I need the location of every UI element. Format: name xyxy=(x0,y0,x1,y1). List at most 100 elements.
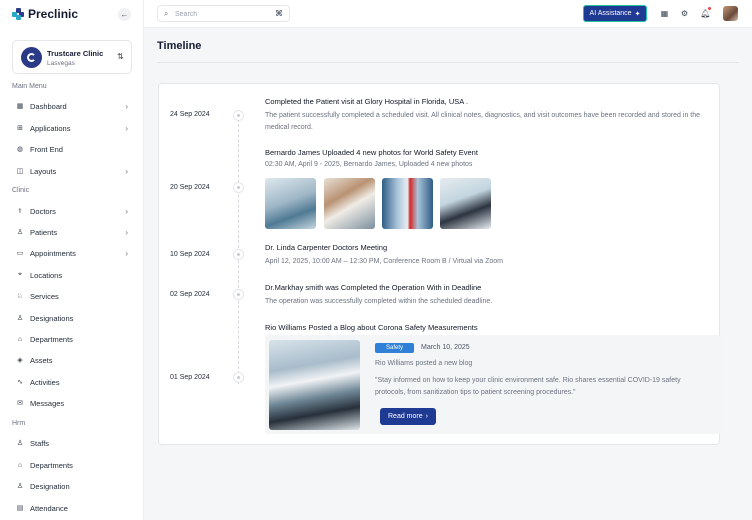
sidebar-item-dashboard[interactable]: ▦ Dashboard › xyxy=(16,98,128,114)
switch-arrows-icon: ⇅ xyxy=(117,52,124,61)
event-photo-hospital-corridor[interactable] xyxy=(382,178,433,229)
event-photo-surgery-team[interactable] xyxy=(440,178,491,229)
timeline-event-text: 02:30 AM, April 9 - 2025, Bernardo James… xyxy=(265,161,473,168)
timeline-event-title: Bernardo James Uploaded 4 new photos for… xyxy=(265,148,478,157)
bell-icon: 🔔︎ xyxy=(700,9,711,18)
timeline-event-text: The patient successfully completed a sch… xyxy=(265,112,701,131)
sidebar-item-label: Applications xyxy=(30,123,71,133)
calendar-icon: ▦ xyxy=(660,9,669,18)
sidebar-item-label: Departments xyxy=(30,334,73,344)
sidebar-item-label: Staffs xyxy=(30,438,50,448)
read-more-button[interactable]: Read more › xyxy=(380,408,436,425)
blog-quote: "Stay informed on how to keep your clini… xyxy=(375,377,681,396)
doctor-icon: ⚕ xyxy=(18,208,22,215)
timeline-event-title: Dr.Markhay smith was Completed the Opera… xyxy=(265,283,482,292)
chevron-right-icon: › xyxy=(125,166,128,176)
sidebar-item-patients[interactable]: ♙ Patients › xyxy=(16,224,128,240)
category-tag: Safety xyxy=(375,343,414,353)
layouts-icon: ◫ xyxy=(16,168,24,175)
read-more-label: Read more xyxy=(388,413,423,420)
sidebar-item-label: Departments xyxy=(30,460,73,470)
chevron-right-icon: › xyxy=(125,248,128,258)
user-avatar[interactable] xyxy=(723,6,738,21)
sidebar-item-label: Designations xyxy=(30,313,74,323)
designation-icon: ♙ xyxy=(16,315,24,322)
sidebar-item-appointments[interactable]: ▭ Appointments › xyxy=(16,245,128,261)
sidebar-item-designation[interactable]: ♙ Designation xyxy=(16,478,128,494)
sidebar-item-label: Locations xyxy=(30,270,63,280)
collapse-sidebar-button[interactable]: ← xyxy=(118,8,131,21)
section-label-hrm: Hrm xyxy=(12,420,26,427)
sidebar-item-applications[interactable]: ⊞ Applications › xyxy=(16,120,128,136)
sidebar-item-staffs[interactable]: ♙ Staffs xyxy=(16,435,128,451)
sidebar-item-label: Assets xyxy=(30,355,53,365)
timeline-event-title: Rio Williams Posted a Blog about Corona … xyxy=(265,323,478,332)
sidebar-item-activities[interactable]: ∿ Activities xyxy=(16,374,128,390)
sidebar-item-locations[interactable]: ⌖ Locations xyxy=(16,267,128,283)
designation-icon: ♙ xyxy=(16,483,24,490)
dashboard-icon: ▦ xyxy=(16,103,24,110)
assets-icon: ◈ xyxy=(17,357,23,364)
search-input[interactable] xyxy=(175,8,265,20)
notifications-button[interactable]: 🔔︎ xyxy=(699,7,712,20)
divider xyxy=(157,62,739,63)
event-photo-doctors[interactable] xyxy=(324,178,375,229)
sidebar-item-label: Dashboard xyxy=(30,101,67,111)
brand-name: Preclinic xyxy=(28,7,79,21)
activity-icon: ∿ xyxy=(17,379,23,386)
blog-author-line: Rio Williams posted a new blog xyxy=(375,360,473,367)
timeline-date: 20 Sep 2024 xyxy=(170,184,210,191)
sidebar-item-layouts[interactable]: ◫ Layouts › xyxy=(16,163,128,179)
event-photo-hospital-room[interactable] xyxy=(265,178,316,229)
sidebar-item-label: Front End xyxy=(30,144,63,154)
search-box[interactable]: ⌕ ⌘ xyxy=(157,5,290,22)
search-icon: ⌕ xyxy=(164,9,169,18)
timeline-event-title: Dr. Linda Carpenter Doctors Meeting xyxy=(265,243,388,252)
section-label-clinic: Clinic xyxy=(12,187,30,194)
chevron-right-icon: › xyxy=(125,206,128,216)
brand-logo[interactable]: Preclinic xyxy=(12,7,78,21)
gear-icon: ⚙ xyxy=(680,9,689,18)
sidebar-item-label: Designation xyxy=(30,481,70,491)
sidebar-item-services[interactable]: ♘ Services xyxy=(16,288,128,304)
applications-icon: ⊞ xyxy=(17,125,23,132)
calendar-button[interactable]: ▦ xyxy=(658,7,671,20)
settings-button[interactable]: ⚙ xyxy=(678,7,691,20)
sidebar-item-label: Activities xyxy=(30,377,60,387)
timeline-date: 10 Sep 2024 xyxy=(170,251,210,258)
sidebar-item-attendance[interactable]: ▤ Attendance xyxy=(16,500,128,516)
clinic-switcher[interactable]: Trustcare Clinic Lasvegas ⇅ xyxy=(12,40,132,74)
clinic-name: Trustcare Clinic xyxy=(47,49,104,58)
sidebar-item-doctors[interactable]: ⚕ Doctors › xyxy=(16,203,128,219)
blog-preview: Safety March 10, 2025 Rio Williams poste… xyxy=(265,335,721,434)
ai-assistance-label: AI Assistance xyxy=(589,10,632,17)
timeline-date: 01 Sep 2024 xyxy=(170,374,210,381)
sidebar-item-label: Doctors xyxy=(30,206,56,216)
clinic-location: Lasvegas xyxy=(47,60,75,67)
section-label-main-menu: Main Menu xyxy=(12,83,47,90)
calendar-icon: ▭ xyxy=(16,250,24,257)
patient-icon: ♙ xyxy=(16,229,24,236)
department-icon: ⌂ xyxy=(17,335,23,343)
ai-assistance-button[interactable]: AI Assistance ✦ xyxy=(583,5,647,22)
sidebar-item-assets[interactable]: ◈ Assets xyxy=(16,352,128,368)
preclinic-logo-icon xyxy=(12,8,24,20)
timeline-event-text: The operation was successfully completed… xyxy=(265,298,493,305)
sidebar-item-messages[interactable]: ✉ Messages xyxy=(16,395,128,411)
timeline-dot xyxy=(233,182,244,193)
messages-icon: ✉ xyxy=(17,400,23,407)
sidebar-item-front-end[interactable]: ◍ Front End xyxy=(16,141,128,157)
sidebar-item-label: Patients xyxy=(30,227,58,237)
page-title: Timeline xyxy=(157,40,202,52)
staff-icon: ♙ xyxy=(16,440,24,447)
timeline-event-text: April 12, 2025, 10:00 AM – 12:30 PM, Con… xyxy=(265,258,503,265)
sidebar-item-label: Messages xyxy=(30,398,65,408)
chevron-right-icon: › xyxy=(125,227,128,237)
sidebar-item-label: Services xyxy=(30,291,59,301)
timeline-date: 24 Sep 2024 xyxy=(170,111,210,118)
sidebar-item-hrm-departments[interactable]: ⌂ Departments xyxy=(16,457,128,473)
department-icon: ⌂ xyxy=(17,461,23,469)
sidebar-item-departments[interactable]: ⌂ Departments xyxy=(16,331,128,347)
sidebar-item-designations[interactable]: ♙ Designations xyxy=(16,310,128,326)
blog-image xyxy=(269,340,360,430)
